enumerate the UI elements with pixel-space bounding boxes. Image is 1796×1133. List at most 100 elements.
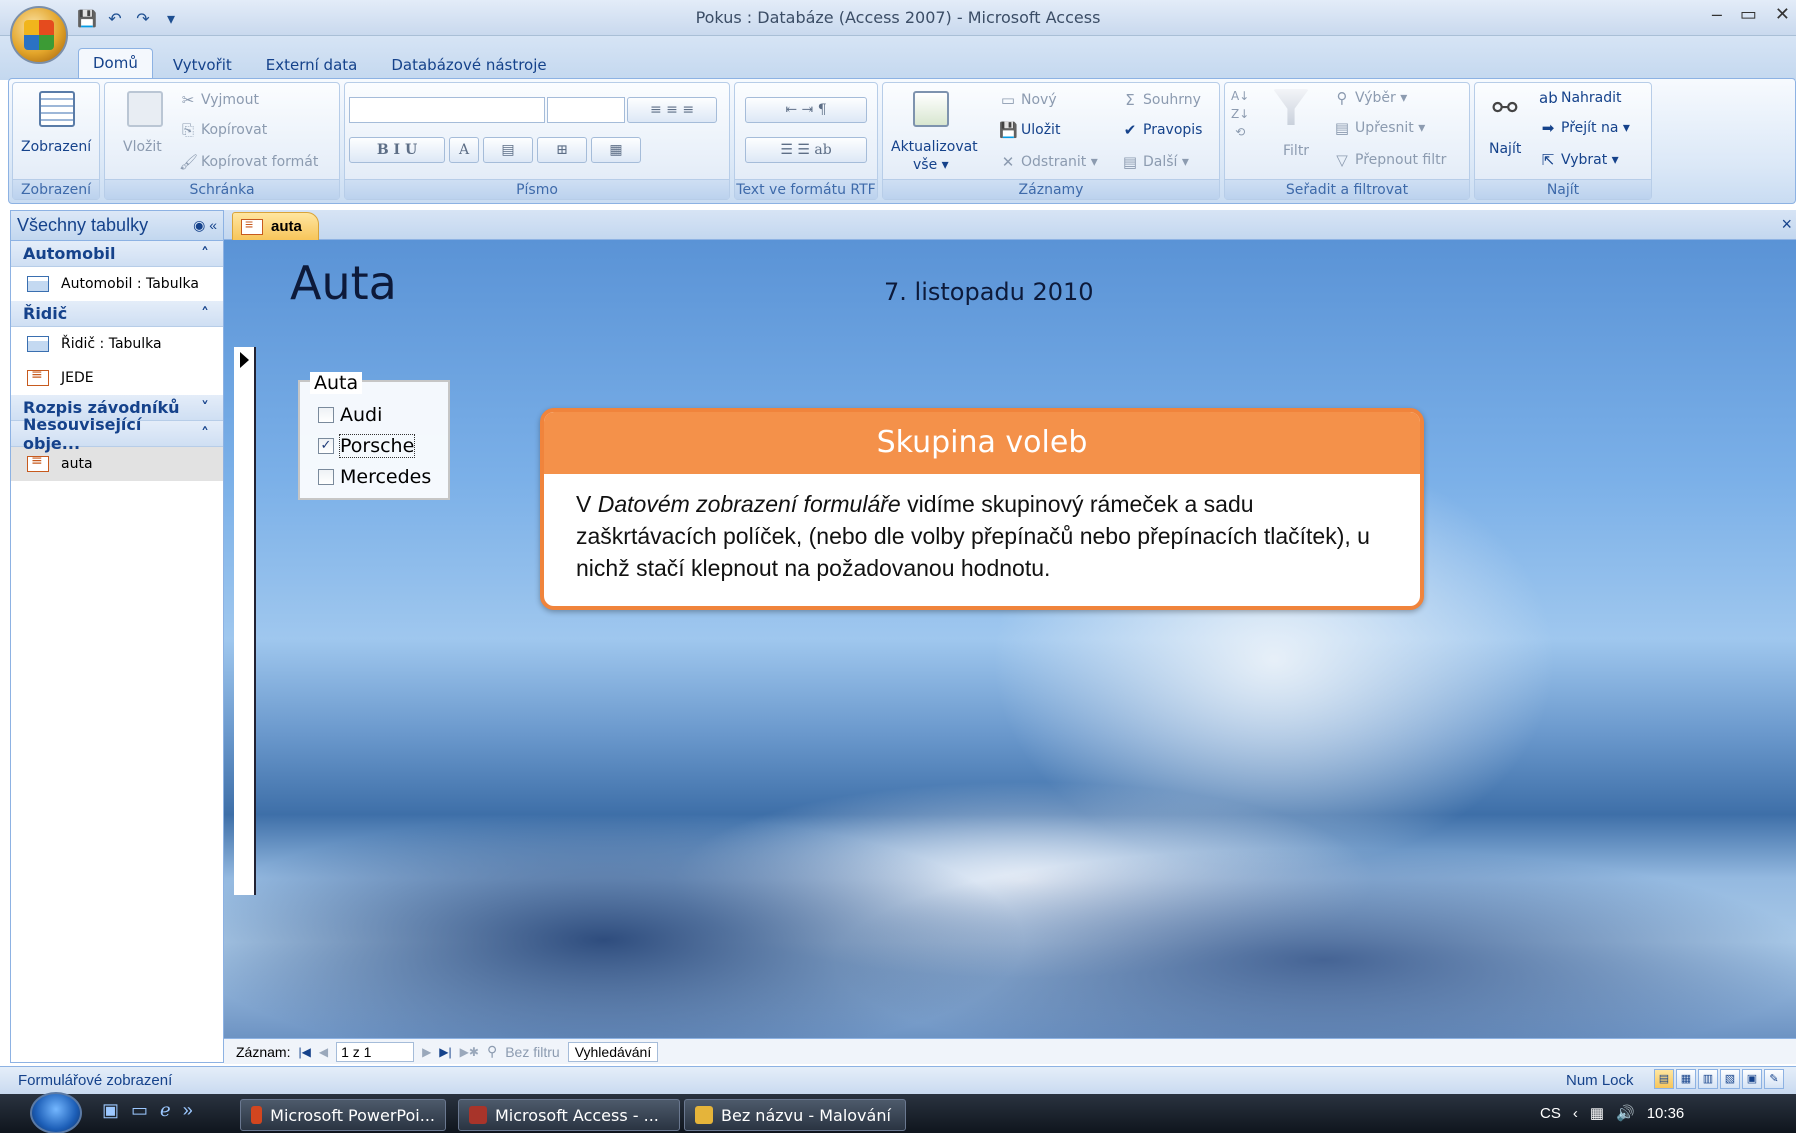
selection-button[interactable]: Výběr ▾: [1355, 90, 1407, 106]
pivot-chart-view-icon[interactable]: ▧: [1720, 1069, 1740, 1089]
tray-expand-icon[interactable]: ‹: [1573, 1105, 1578, 1122]
gridlines-button[interactable]: ⊞: [537, 137, 587, 163]
sort-icons[interactable]: A↓ Z↓ ⟲: [1231, 89, 1249, 139]
nav-group-nesouvisejici[interactable]: Nesouvisející obje... ˄: [11, 415, 223, 453]
checkbox-audi[interactable]: [318, 407, 334, 423]
align-buttons[interactable]: ≡ ≡ ≡: [627, 97, 717, 123]
font-size-field[interactable]: [547, 97, 625, 123]
new-record-nav-icon[interactable]: ▶✱: [460, 1045, 479, 1059]
network-icon[interactable]: ▦: [1590, 1104, 1604, 1122]
list-buttons[interactable]: ☰ ☰ ab: [745, 137, 867, 163]
close-button[interactable]: ✕: [1775, 4, 1790, 25]
nav-item-ridic-tabulka[interactable]: Řidič : Tabulka: [11, 327, 223, 361]
find-button[interactable]: Najít: [1489, 141, 1521, 157]
next-record-icon[interactable]: ▶: [422, 1045, 431, 1059]
save-record-button[interactable]: Uložit: [1021, 122, 1060, 138]
fill-color-button[interactable]: ▤: [483, 137, 533, 163]
office-button[interactable]: [10, 6, 68, 64]
desktop-icon[interactable]: ▣: [102, 1100, 119, 1121]
search-box[interactable]: Vyhledávání: [567, 1041, 659, 1062]
last-record-icon[interactable]: ▶|: [439, 1045, 451, 1059]
tab-vytvorit[interactable]: Vytvořit: [159, 52, 246, 78]
filter-button[interactable]: Filtr: [1283, 143, 1309, 159]
toggle-filter-button[interactable]: Přepnout filtr: [1355, 152, 1446, 168]
checkbox-porsche[interactable]: ✓: [318, 438, 334, 454]
office-logo-icon: [24, 20, 54, 50]
checkbox-mercedes[interactable]: [318, 469, 334, 485]
advanced-filter-button[interactable]: Upřesnit ▾: [1355, 120, 1425, 136]
bold-italic-underline-buttons[interactable]: B I U: [349, 137, 445, 163]
copy-button[interactable]: Kopírovat: [201, 122, 267, 138]
collapse-icon[interactable]: ˄: [201, 304, 209, 323]
format-painter-button[interactable]: Kopírovat formát: [201, 154, 318, 170]
maximize-button[interactable]: ▭: [1740, 4, 1757, 25]
indent-buttons[interactable]: ⇤ ⇥ ¶: [745, 97, 867, 123]
goto-button[interactable]: Přejít na ▾: [1561, 120, 1630, 136]
nav-item-automobil-tabulka[interactable]: Automobil : Tabulka: [11, 267, 223, 301]
window-controls: – ▭ ✕: [1712, 4, 1790, 25]
start-button[interactable]: [30, 1092, 82, 1133]
paint-icon: [695, 1106, 713, 1124]
font-name-field[interactable]: [349, 97, 545, 123]
navigation-pane: Všechny tabulky ◉ « Automobil ˄ Automobil…: [10, 210, 224, 1063]
minimize-button[interactable]: –: [1712, 4, 1722, 25]
collapse-icon[interactable]: ˄: [201, 244, 209, 263]
refresh-all-dropdown[interactable]: vše ▾: [913, 157, 949, 173]
design-view-icon[interactable]: ✎: [1764, 1069, 1784, 1089]
callout-box: Skupina voleb V Datovém zobrazení formul…: [540, 408, 1424, 610]
alt-fill-button[interactable]: ▦: [591, 137, 641, 163]
datasheet-view-icon[interactable]: ▦: [1676, 1069, 1696, 1089]
filter-status[interactable]: Bez filtru: [505, 1044, 559, 1060]
replace-button[interactable]: Nahradit: [1561, 90, 1622, 106]
task-powerpoint[interactable]: Microsoft PowerPoi...: [240, 1099, 446, 1131]
tab-externi-data[interactable]: Externí data: [252, 52, 372, 78]
more-button[interactable]: Další ▾: [1143, 154, 1189, 170]
clock[interactable]: 10:36: [1647, 1105, 1685, 1122]
language-indicator[interactable]: CS: [1540, 1105, 1561, 1122]
totals-button[interactable]: Souhrny: [1143, 92, 1201, 108]
volume-icon[interactable]: 🔊: [1616, 1104, 1635, 1122]
cut-button[interactable]: Vyjmout: [201, 92, 259, 108]
cut-icon: ✂: [181, 91, 195, 109]
option-porsche[interactable]: ✓ Porsche: [318, 434, 416, 458]
pivot-table-view-icon[interactable]: ▥: [1698, 1069, 1718, 1089]
nav-group-automobil[interactable]: Automobil ˄: [11, 241, 223, 267]
more-quicklaunch-icon[interactable]: »: [183, 1100, 193, 1121]
nav-item-label: Řidič : Tabulka: [61, 336, 162, 352]
option-audi[interactable]: Audi: [318, 404, 382, 426]
refresh-all-button[interactable]: Aktualizovat: [891, 139, 978, 155]
nav-header[interactable]: Všechny tabulky ◉ «: [11, 211, 223, 241]
form-icon: [27, 367, 49, 386]
task-access[interactable]: Microsoft Access - ...: [458, 1099, 680, 1131]
view-button[interactable]: Zobrazení: [21, 139, 91, 155]
goto-icon: ➡: [1541, 119, 1555, 137]
expand-icon[interactable]: ˅: [201, 398, 209, 417]
record-selector[interactable]: [234, 347, 256, 895]
form-view-icon[interactable]: ▤: [1654, 1069, 1674, 1089]
collapse-icon[interactable]: ˄: [201, 424, 209, 443]
nav-dropdown-icon[interactable]: ◉ «: [193, 217, 217, 234]
save-record-icon: 💾: [999, 121, 1018, 139]
close-document-icon[interactable]: ×: [1781, 214, 1792, 235]
spelling-button[interactable]: Pravopis: [1143, 122, 1202, 138]
document-tab-auta[interactable]: auta: [232, 212, 319, 240]
tab-domu[interactable]: Domů: [78, 48, 153, 78]
nav-item-jede[interactable]: JEDE: [11, 361, 223, 395]
select-button[interactable]: Vybrat ▾: [1561, 152, 1619, 168]
tab-databazove-nastroje[interactable]: Databázové nástroje: [377, 52, 560, 78]
delete-button[interactable]: Odstranit ▾: [1021, 154, 1098, 170]
nav-group-ridic[interactable]: Řidič ˄: [11, 301, 223, 327]
group-zaznamy: Aktualizovat vše ▾ ▭ Nový 💾 Uložit ✕ Odstra…: [882, 82, 1220, 200]
new-record-button[interactable]: Nový: [1021, 92, 1057, 108]
first-record-icon[interactable]: |◀: [298, 1045, 310, 1059]
layout-view-icon[interactable]: ▣: [1742, 1069, 1762, 1089]
paste-button[interactable]: Vložit: [123, 139, 162, 155]
filter-status-icon: ⚲: [486, 1043, 498, 1059]
explorer-icon[interactable]: ▭: [131, 1100, 148, 1121]
record-number-input[interactable]: 1 z 1: [336, 1041, 415, 1062]
ie-icon[interactable]: ℯ: [160, 1100, 171, 1121]
prev-record-icon[interactable]: ◀: [319, 1045, 328, 1059]
font-color-button[interactable]: A: [449, 137, 479, 163]
task-paint[interactable]: Bez názvu - Malování: [684, 1099, 906, 1131]
option-mercedes[interactable]: Mercedes: [318, 466, 431, 488]
